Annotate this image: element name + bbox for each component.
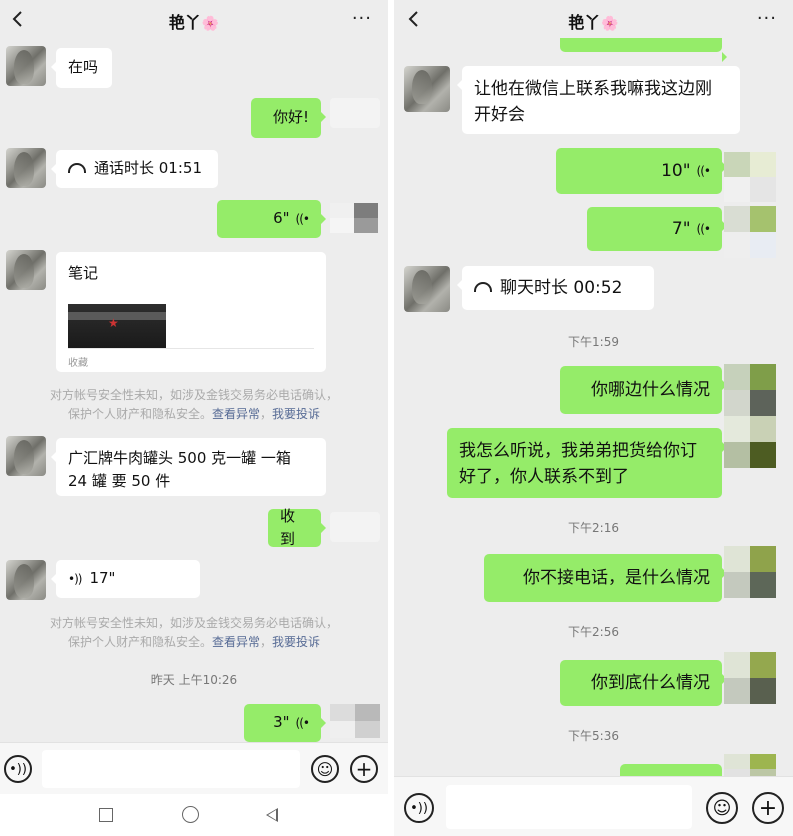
emoji-icon[interactable]: ☺ xyxy=(311,755,339,783)
timestamp: 下午2:56 xyxy=(568,625,619,639)
message-bubble[interactable]: 你到底什么情况 xyxy=(560,660,727,706)
avatar[interactable] xyxy=(330,203,378,233)
voice-wave-icon: ((• xyxy=(295,715,310,730)
message-bubble[interactable]: 收到 xyxy=(268,507,326,548)
chat-header: 艳丫🌸 ··· xyxy=(394,0,793,38)
avatar[interactable] xyxy=(6,436,46,476)
avatar[interactable] xyxy=(330,98,380,128)
message-bubble[interactable]: 在吗 xyxy=(51,48,112,88)
voice-icon[interactable]: •)) xyxy=(4,755,32,783)
call-record-bubble[interactable]: 通话时长 01:51 xyxy=(51,150,218,188)
divider xyxy=(68,348,314,349)
chat-screen-left: 艳丫🌸 ··· 在吗 你好! 通话时长 01:51 6" ((• 笔记 ★ 收藏… xyxy=(0,0,388,836)
voice-message-bubble[interactable]: 6" ((• xyxy=(217,200,326,238)
avatar[interactable] xyxy=(724,546,776,598)
avatar[interactable] xyxy=(724,652,776,704)
voice-wave-icon: ((• xyxy=(295,211,310,226)
note-thumbnail: ★ xyxy=(68,304,166,348)
report-link[interactable]: 我要投诉 xyxy=(272,635,320,649)
phone-icon xyxy=(68,163,86,173)
voice-message-bubble[interactable]: 7" ((• xyxy=(587,207,727,251)
avatar[interactable] xyxy=(724,364,776,416)
avatar[interactable] xyxy=(6,46,46,86)
timestamp: 下午5:36 xyxy=(568,729,619,743)
view-anomaly-link[interactable]: 查看异常 xyxy=(212,407,260,421)
avatar[interactable] xyxy=(330,704,380,738)
avatar[interactable] xyxy=(330,512,380,542)
avatar[interactable] xyxy=(724,416,776,468)
message-bubble[interactable] xyxy=(560,38,727,62)
plus-icon[interactable]: + xyxy=(350,755,378,783)
avatar[interactable] xyxy=(6,560,46,600)
recents-button[interactable] xyxy=(99,808,113,822)
voice-wave-icon: ((• xyxy=(696,163,711,178)
chat-title: 艳丫🌸 xyxy=(568,13,619,32)
message-input[interactable] xyxy=(42,750,300,788)
chat-screen-right: 艳丫🌸 ··· 让他在微信上联系我嘛我这边刚开好会 10" ((• 7" ((• 聊… xyxy=(394,0,793,836)
phone-icon xyxy=(474,282,492,292)
security-notice: 对方帐号安全性未知，如涉及金钱交易务必电话确认， 保护个人财产和隐私安全。查看异… xyxy=(49,388,338,422)
home-button[interactable] xyxy=(182,806,199,823)
report-link[interactable]: 我要投诉 xyxy=(272,407,320,421)
message-bubble[interactable]: 你不接电话，是什么情况 xyxy=(484,554,727,602)
avatar[interactable] xyxy=(724,206,776,258)
more-dots-icon[interactable]: ··· xyxy=(757,8,777,29)
input-bar: •)) ☺ + xyxy=(0,742,388,794)
avatar[interactable] xyxy=(724,152,776,202)
message-input[interactable] xyxy=(446,785,692,829)
voice-wave-icon: ((• xyxy=(696,221,711,236)
note-card[interactable]: 笔记 ★ 收藏 xyxy=(56,252,326,372)
view-anomaly-link[interactable]: 查看异常 xyxy=(212,635,260,649)
voice-message-bubble[interactable]: 10" ((• xyxy=(556,148,727,194)
avatar[interactable] xyxy=(404,266,450,312)
plus-icon[interactable]: + xyxy=(752,792,784,824)
timestamp: 下午1:59 xyxy=(568,335,619,349)
system-navigation-bar xyxy=(0,794,388,836)
voice-wave-icon: •)) xyxy=(68,571,82,586)
chat-header: 艳丫🌸 ··· xyxy=(0,0,388,38)
message-bubble[interactable]: 你好! xyxy=(251,98,326,138)
message-bubble[interactable]: 你哪边什么情况 xyxy=(560,366,727,414)
message-bubble[interactable]: 我怎么听说，我弟弟把货给你订好了，你人联系不到了 xyxy=(447,428,727,498)
input-bar: •)) ☺ + xyxy=(394,776,793,836)
note-title: 笔记 xyxy=(68,264,99,282)
note-source-label: 收藏 xyxy=(68,358,88,369)
timestamp: 下午2:16 xyxy=(568,521,619,535)
avatar[interactable] xyxy=(404,66,450,112)
timestamp: 昨天 上午10:26 xyxy=(150,673,238,687)
chat-title: 艳丫🌸 xyxy=(168,13,220,32)
avatar[interactable] xyxy=(6,148,46,188)
avatar[interactable] xyxy=(6,250,46,290)
back-button[interactable] xyxy=(266,808,278,822)
security-notice: 对方帐号安全性未知，如涉及金钱交易务必电话确认， 保护个人财产和隐私安全。查看异… xyxy=(49,616,338,650)
voice-icon[interactable]: •)) xyxy=(404,793,434,823)
screenshot-pair: 艳丫🌸 ··· 在吗 你好! 通话时长 01:51 6" ((• 笔记 ★ 收藏… xyxy=(0,0,793,836)
more-dots-icon[interactable]: ··· xyxy=(352,8,372,29)
message-bubble[interactable]: 让他在微信上联系我嘛我这边刚开好会 xyxy=(457,66,740,134)
voice-message-bubble[interactable]: •)) 17" xyxy=(51,560,200,598)
emoji-icon[interactable]: ☺ xyxy=(706,792,738,824)
message-bubble[interactable]: 广汇牌牛肉罐头 500 克一罐 一箱 24 罐 要 50 件 xyxy=(51,438,326,496)
call-record-bubble[interactable]: 聊天时长 00:52 xyxy=(457,266,654,310)
voice-message-bubble[interactable]: 3" ((• xyxy=(244,704,326,742)
